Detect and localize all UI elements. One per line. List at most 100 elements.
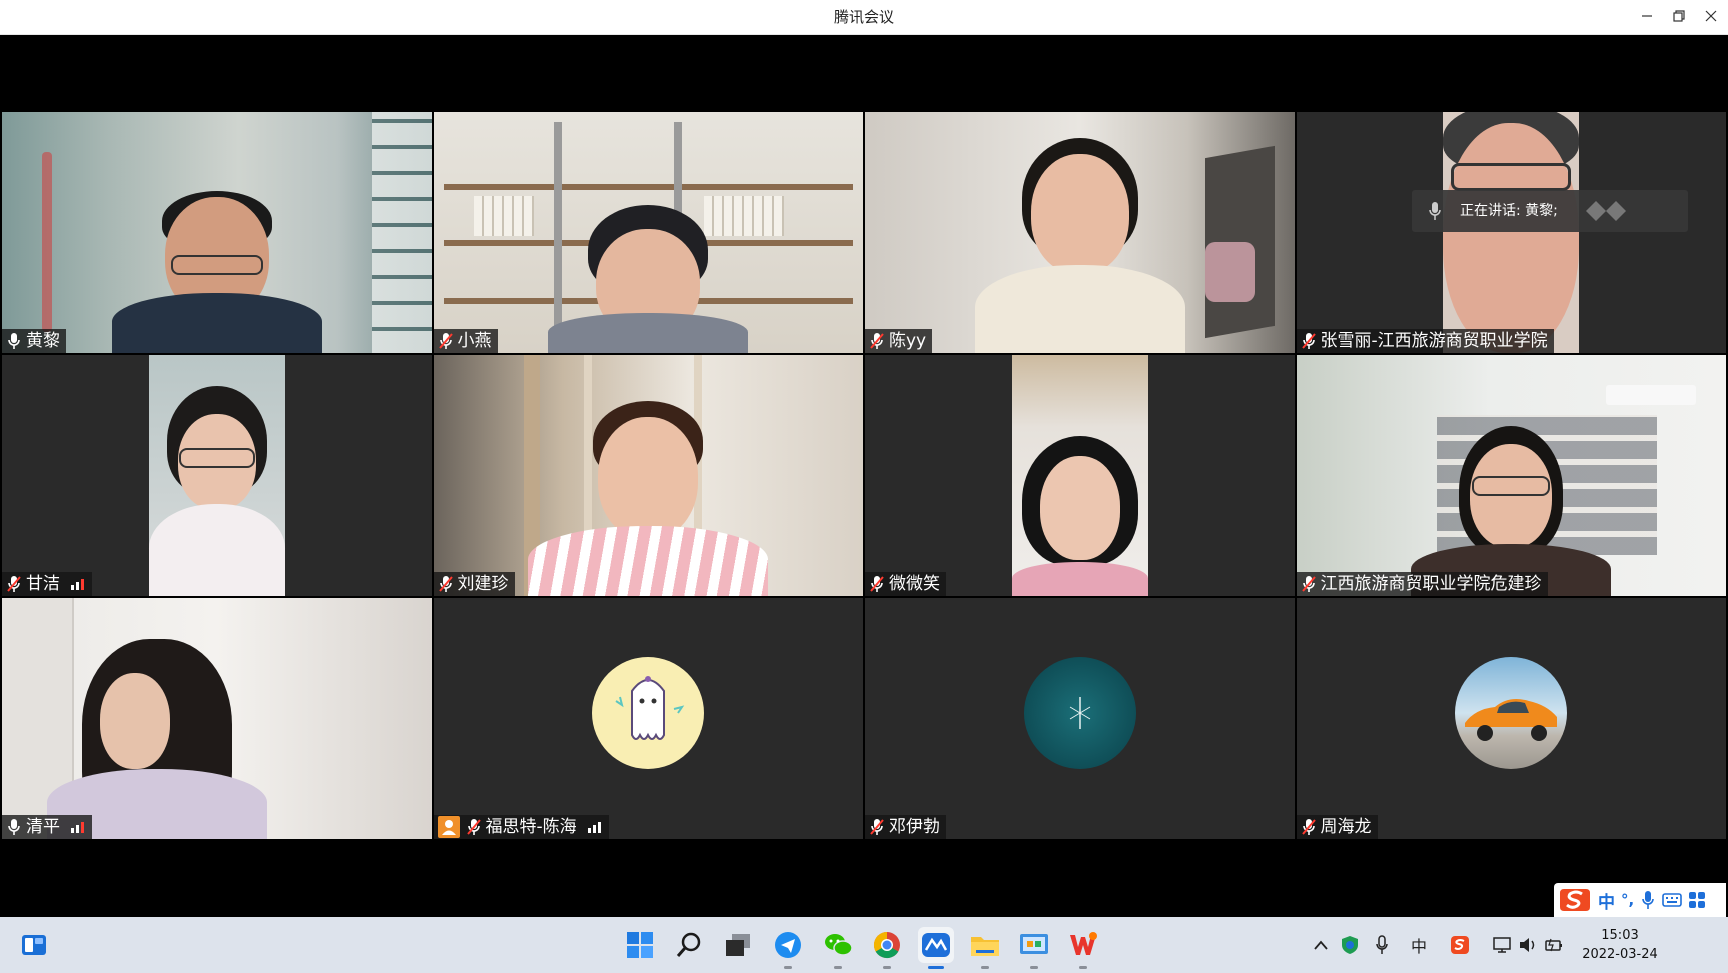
participant-name: 刘建珍 xyxy=(457,574,509,594)
title-bar: 腾讯会议 xyxy=(0,0,1728,35)
participant-video xyxy=(1296,355,1726,596)
participant-figure xyxy=(548,203,749,353)
participant-label: 刘建珍 xyxy=(433,572,515,596)
windows-start-icon xyxy=(627,932,653,958)
participant-tile[interactable]: 甘洁 xyxy=(2,355,432,596)
taskbar-app-chrome[interactable] xyxy=(869,927,905,969)
speaking-indicator: 正在讲话: 黄黎; xyxy=(1412,190,1688,232)
muted-microphone-icon xyxy=(1301,576,1316,592)
clock-time: 15:03 xyxy=(1601,928,1639,943)
participant-name: 张雪丽-江西旅游商贸职业学院 xyxy=(1320,331,1548,351)
muted-microphone-icon xyxy=(438,576,453,592)
participant-figure xyxy=(46,639,267,839)
participant-avatar xyxy=(592,656,705,769)
tray-network[interactable] xyxy=(1490,933,1514,957)
taskbar: 中 15:03 2022-03-24 xyxy=(0,917,1728,973)
participant-label: 清平 xyxy=(2,815,92,839)
start-button[interactable] xyxy=(622,927,658,963)
participant-label: 江西旅游商贸职业学院危建珍 xyxy=(1296,572,1548,596)
participant-tile[interactable]: 张雪丽-江西旅游商贸职业学院 xyxy=(1296,112,1726,353)
participant-name: 陈yy xyxy=(889,331,927,351)
participant-name: 邓伊勃 xyxy=(889,817,940,837)
boat-avatar-icon xyxy=(1069,696,1091,729)
taskbar-app-file-explorer[interactable] xyxy=(967,927,1003,969)
signal-strength-icon xyxy=(71,822,84,833)
ime-toolbox-icon[interactable] xyxy=(1688,891,1706,909)
participant-figure xyxy=(1011,436,1148,596)
tray-overflow-button[interactable] xyxy=(1310,933,1332,957)
task-view-button[interactable] xyxy=(720,927,756,963)
meeting-stage: 黄黎 小燕 陈yy 张雪丽-江西旅游商贸职业学院 甘洁 刘建珍 微微笑 江西旅游… xyxy=(0,35,1728,917)
participant-name: 甘洁 xyxy=(26,574,60,594)
taskbar-app-tencent-meeting[interactable] xyxy=(918,927,954,969)
muted-microphone-icon xyxy=(7,576,21,592)
ime-voice-icon[interactable] xyxy=(1640,890,1656,910)
search-icon xyxy=(676,932,701,957)
taskbar-app-feishu[interactable] xyxy=(770,927,806,969)
participant-video xyxy=(2,112,432,353)
participant-avatar xyxy=(1023,656,1136,769)
control-panel-icon xyxy=(1020,934,1048,954)
tray-input-lang[interactable]: 中 xyxy=(1406,933,1432,957)
participant-tile[interactable]: 刘建珍 xyxy=(433,355,863,596)
participant-tile[interactable]: 微微笑 xyxy=(865,355,1295,596)
close-icon xyxy=(1705,10,1717,22)
participant-label: 小燕 xyxy=(433,329,498,353)
chevron-up-icon xyxy=(1314,940,1328,950)
muted-microphone-icon xyxy=(870,576,884,592)
ime-lang-toggle[interactable]: 中 xyxy=(1598,888,1615,913)
participant-tile[interactable]: 小燕 xyxy=(433,112,863,353)
close-button[interactable] xyxy=(1694,0,1728,34)
search-button[interactable] xyxy=(671,927,707,963)
participant-tile[interactable]: 江西旅游商贸职业学院危建珍 xyxy=(1296,355,1726,596)
muted-microphone-icon xyxy=(870,333,884,349)
restore-icon xyxy=(1673,10,1685,22)
participant-tile[interactable]: 陈yy xyxy=(865,112,1295,353)
sogou-logo-icon xyxy=(1560,889,1590,911)
participant-name: 黄黎 xyxy=(26,331,60,351)
clock-date: 2022-03-24 xyxy=(1582,947,1658,962)
participant-tile[interactable]: 清平 xyxy=(2,598,432,839)
minimize-icon xyxy=(1642,15,1652,17)
tray-microphone[interactable] xyxy=(1370,933,1394,957)
microphone-icon xyxy=(8,333,20,349)
participant-video xyxy=(865,112,1295,353)
muted-microphone-icon xyxy=(870,819,884,835)
participant-figure xyxy=(528,401,769,596)
ime-punct-toggle[interactable]: °, xyxy=(1621,891,1634,909)
ime-keyboard-icon[interactable] xyxy=(1662,892,1683,908)
widgets-button[interactable] xyxy=(16,927,52,963)
microphone-icon xyxy=(8,819,20,835)
tray-sogou[interactable] xyxy=(1448,933,1472,957)
participant-video xyxy=(433,355,863,596)
sogou-tray-icon xyxy=(1451,936,1469,954)
muted-microphone-icon xyxy=(1301,819,1316,835)
participant-label: 福思特-陈海 xyxy=(433,815,609,839)
network-icon xyxy=(1493,937,1511,953)
tray-battery[interactable] xyxy=(1542,933,1566,957)
muted-microphone-icon xyxy=(466,819,481,835)
ime-toolbar[interactable]: 中 °, xyxy=(1554,883,1726,917)
restore-button[interactable] xyxy=(1662,0,1696,34)
speaking-microphone-icon xyxy=(1429,202,1441,220)
participant-figure xyxy=(148,386,285,596)
taskbar-clock[interactable]: 15:03 2022-03-24 xyxy=(1574,926,1666,964)
taskbar-app-wechat[interactable] xyxy=(820,927,856,969)
tray-security[interactable] xyxy=(1338,933,1362,957)
participant-video xyxy=(148,355,285,596)
taskbar-app-control-panel[interactable] xyxy=(1016,927,1052,969)
participant-label: 陈yy xyxy=(865,329,933,353)
feishu-icon xyxy=(775,932,801,958)
participant-tile[interactable]: 邓伊勃 xyxy=(865,598,1295,839)
tray-volume[interactable] xyxy=(1516,933,1540,957)
participant-figure xyxy=(1443,112,1580,353)
participant-tile[interactable]: 周海龙 xyxy=(1296,598,1726,839)
participant-video xyxy=(1011,355,1148,596)
taskbar-app-wps[interactable] xyxy=(1065,927,1101,969)
battery-icon xyxy=(1545,938,1562,952)
participant-tile[interactable]: 黄黎 xyxy=(2,112,432,353)
participant-name: 微微笑 xyxy=(889,574,940,594)
participant-tile[interactable]: 福思特-陈海 xyxy=(433,598,863,839)
task-view-icon xyxy=(726,934,750,956)
minimize-button[interactable] xyxy=(1630,0,1664,34)
